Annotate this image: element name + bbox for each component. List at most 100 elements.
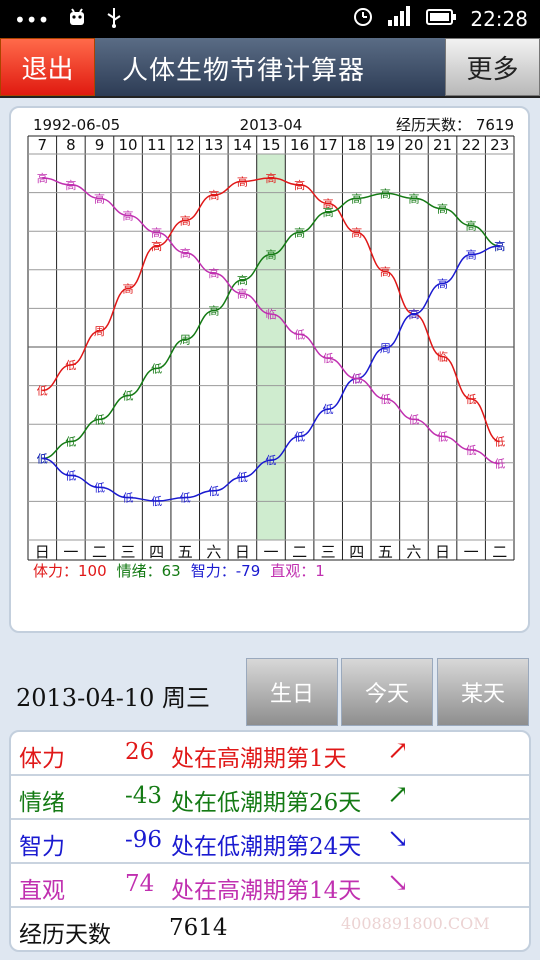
weekday-tick-label: 六 — [406, 543, 421, 561]
data-point-label-emotional: 高 — [380, 186, 391, 200]
android-bug-icon — [67, 6, 87, 33]
row-value: -43 — [125, 783, 163, 809]
data-point-label-physical: 低 — [37, 385, 48, 398]
data-point-label-intuitive: 高 — [37, 171, 48, 185]
date-tick-label: 9 — [95, 136, 105, 154]
weekday-tick-label: 日 — [435, 543, 450, 561]
data-point-label-intuitive: 高 — [237, 287, 248, 301]
data-point-label-intuitive: 高 — [94, 191, 105, 205]
legend-physical: 体力：100 — [33, 562, 107, 580]
data-point-label-intellectual: 低 — [180, 492, 191, 505]
row-name: 体力 — [19, 746, 65, 772]
date-tick-label: 11 — [147, 136, 166, 154]
data-point-label-intuitive: 高 — [208, 266, 219, 280]
birthday-button[interactable]: 生日 — [246, 658, 338, 726]
status-left: ••• — [14, 6, 123, 33]
watermark: 4008891800.COM — [341, 914, 490, 933]
weekday-tick-label: 六 — [206, 543, 221, 561]
date-tick-label: 10 — [119, 136, 138, 154]
info-row-intuitive: 直观 74 处在高潮期第14天 ↘ — [11, 864, 529, 908]
data-point-label-physical: 低 — [466, 393, 477, 406]
data-point-label-physical: 高 — [123, 282, 134, 296]
chart-legend: 体力：100 情绪：63 智力：-79 直观：1 — [33, 560, 325, 581]
today-button[interactable]: 今天 — [341, 658, 433, 726]
exit-button[interactable]: 退出 — [0, 38, 95, 96]
alarm-icon — [352, 5, 374, 32]
data-point-label-emotional: 高 — [294, 225, 305, 239]
date-tick-label: 19 — [376, 136, 395, 154]
data-point-label-physical: 高 — [180, 214, 191, 228]
data-point-label-intellectual: 低 — [123, 492, 134, 505]
date-bar: 2013-04-10 周三 生日 今天 某天 — [0, 656, 540, 728]
data-point-label-intuitive: 高 — [180, 246, 191, 260]
biorhythm-info-card: 体力 26 处在高潮期第1天 ↗ 情绪 -43 处在低潮期第26天 ↗ 智力 -… — [9, 730, 531, 952]
data-point-label-intuitive: 高 — [123, 208, 134, 222]
biorhythm-chart-card: 1992-06-05 2013-04 经历天数： 7619 7 8 9 10 11 12 13 14… — [9, 106, 530, 633]
legend-emotional: 情绪：63 — [116, 562, 181, 580]
trend-down-icon: ↘ — [387, 868, 409, 898]
date-tick-label: 21 — [433, 136, 452, 154]
data-point-label-physical: 高 — [237, 174, 248, 188]
row-name: 智力 — [19, 834, 65, 860]
date-tick-label: 7 — [38, 136, 48, 154]
more-dots-icon: ••• — [14, 7, 50, 32]
month-label: 2013-04 — [240, 116, 303, 134]
data-point-label-physical: 高 — [266, 171, 277, 185]
row-name: 经历天数 — [19, 922, 111, 948]
weekday-tick-label: 二 — [492, 543, 507, 561]
weekday-tick-label: 日 — [235, 543, 250, 561]
data-point-label-emotional: 高 — [237, 273, 248, 287]
data-point-label-physical: 低 — [494, 436, 505, 449]
info-row-emotional: 情绪 -43 处在低潮期第26天 ↗ — [11, 776, 529, 820]
trend-up-icon: ↗ — [387, 736, 409, 766]
status-right: 22:28 — [352, 5, 528, 32]
days-count-label: 经历天数： 7619 — [396, 116, 514, 134]
data-point-label-intellectual: 高 — [466, 248, 477, 262]
data-point-label-physical: 高 — [151, 239, 162, 253]
data-point-label-intuitive: 高 — [65, 178, 76, 192]
data-point-label-intuitive: 低 — [408, 413, 419, 426]
row-desc: 处在低潮期第24天 — [171, 834, 362, 860]
weekday-tick-label: 三 — [321, 543, 336, 561]
info-row-days: 经历天数 7614 4008891800.COM — [11, 908, 529, 950]
row-value: 7614 — [169, 915, 228, 941]
data-point-label-intuitive: 低 — [494, 458, 505, 471]
data-point-label-intellectual: 高 — [408, 307, 419, 321]
info-row-physical: 体力 26 处在高潮期第1天 ↗ — [11, 732, 529, 776]
row-value: -96 — [125, 827, 163, 853]
data-point-label-emotional: 低 — [123, 390, 134, 403]
weekday-tick-label: 五 — [378, 543, 393, 561]
date-tick-label: 23 — [490, 136, 509, 154]
date-tick-label: 8 — [66, 136, 76, 154]
more-button[interactable]: 更多 — [445, 38, 540, 96]
data-point-label-emotional: 高 — [466, 219, 477, 233]
trend-down-icon: ↘ — [387, 824, 409, 854]
data-point-label-intuitive: 低 — [294, 328, 305, 341]
data-point-label-intuitive: 低 — [380, 393, 391, 406]
info-row-intellectual: 智力 -96 处在低潮期第24天 ↘ — [11, 820, 529, 864]
app-title: 人体生物节律计算器 — [122, 56, 366, 86]
data-point-label-intellectual: 低 — [37, 453, 48, 466]
data-point-label-emotional: 高 — [266, 248, 277, 262]
date-tick-label: 12 — [176, 136, 195, 154]
data-point-label-intellectual: 低 — [151, 495, 162, 508]
legend-intuitive: 直观：1 — [270, 562, 325, 580]
data-point-label-emotional: 高 — [437, 202, 448, 216]
data-point-label-intuitive: 低 — [466, 444, 477, 457]
row-value: 26 — [125, 739, 155, 765]
data-point-label-emotional: 周 — [180, 334, 191, 347]
data-point-label-physical: 低 — [65, 359, 76, 372]
data-point-label-intellectual: 低 — [208, 485, 219, 498]
date-tick-label: 22 — [462, 136, 481, 154]
data-point-label-emotional: 低 — [94, 413, 105, 426]
data-point-label-intuitive: 低 — [323, 352, 334, 365]
trend-up-icon: ↗ — [387, 780, 409, 810]
selected-date: 2013-04-10 周三 — [16, 684, 211, 712]
status-bar: ••• 22:28 — [0, 0, 540, 38]
weekday-tick-label: 一 — [63, 543, 78, 561]
data-point-label-emotional: 低 — [65, 436, 76, 449]
row-name: 情绪 — [19, 790, 65, 816]
some-day-button[interactable]: 某天 — [437, 658, 529, 726]
row-name: 直观 — [19, 878, 65, 904]
weekday-tick-label: 一 — [464, 543, 479, 561]
